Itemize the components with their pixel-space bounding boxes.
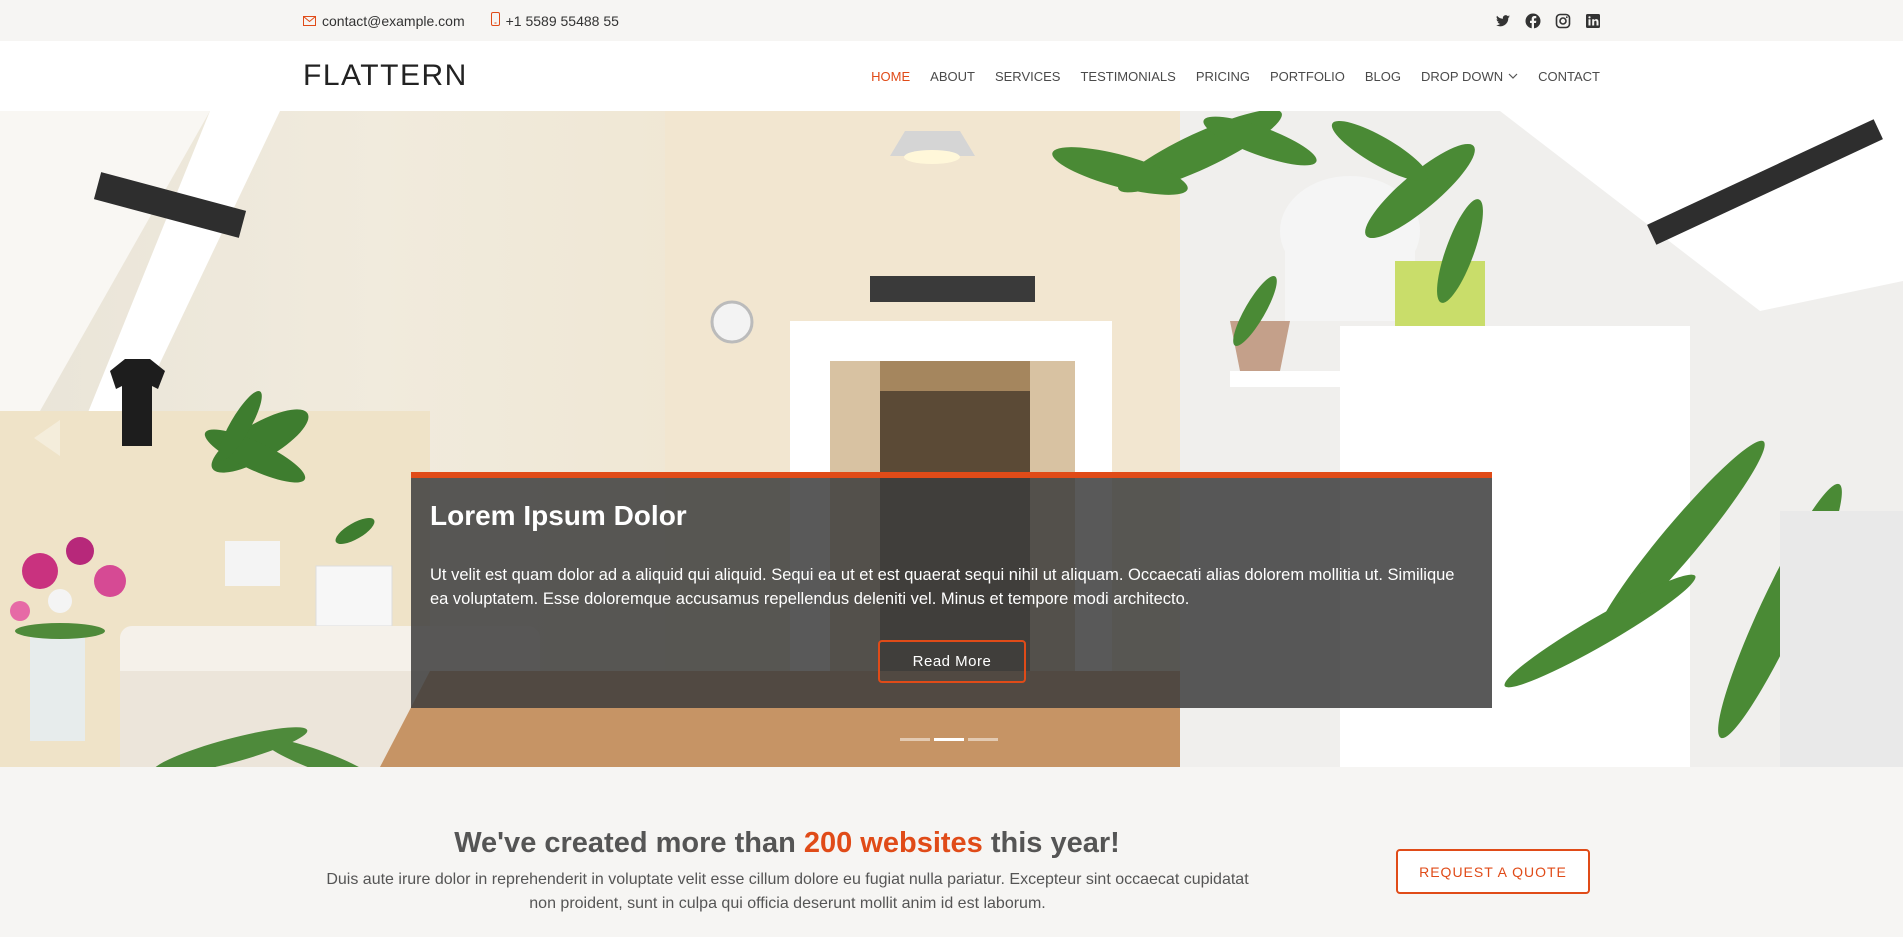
- contact-info: contact@example.com +1 5589 55488 55: [303, 0, 645, 41]
- carousel-prev-arrow[interactable]: [30, 416, 62, 465]
- cta-title-after: this year!: [982, 827, 1120, 859]
- read-more-button[interactable]: Read More: [878, 640, 1026, 683]
- site-logo[interactable]: FLATTERN: [303, 59, 468, 93]
- envelope-icon: [303, 13, 322, 29]
- nav-portfolio[interactable]: PORTFOLIO: [1270, 69, 1345, 84]
- main-nav: HOME ABOUT SERVICES TESTIMONIALS PRICING…: [851, 41, 1600, 111]
- cta-title-highlight: 200 websites: [803, 827, 983, 859]
- hero-title: Lorem Ipsum Dolor: [430, 500, 687, 531]
- hero-text: Ut velit est quam dolor ad a aliquid qui…: [430, 566, 1455, 608]
- nav-dropdown-label: DROP DOWN: [1421, 68, 1504, 84]
- carousel-indicator-1[interactable]: [900, 738, 930, 741]
- email-link[interactable]: contact@example.com: [303, 13, 465, 29]
- site-header: FLATTERN HOME ABOUT SERVICES TESTIMONIAL…: [0, 41, 1903, 111]
- twitter-icon[interactable]: [1495, 13, 1511, 29]
- nav-pricing[interactable]: PRICING: [1196, 69, 1250, 84]
- cta-section: We've created more than 200 websites thi…: [0, 767, 1903, 937]
- nav-testimonials[interactable]: TESTIMONIALS: [1080, 69, 1175, 84]
- linkedin-icon[interactable]: [1585, 13, 1601, 29]
- nav-services[interactable]: SERVICES: [995, 69, 1061, 84]
- facebook-icon[interactable]: [1525, 13, 1541, 29]
- hero-caption: Lorem Ipsum Dolor Ut velit est quam dolo…: [411, 472, 1492, 708]
- carousel-indicator-3[interactable]: [968, 738, 998, 741]
- nav-dropdown[interactable]: DROP DOWN: [1421, 69, 1518, 84]
- cta-text: Duis aute irure dolor in reprehenderit i…: [326, 871, 1249, 912]
- nav-about[interactable]: ABOUT: [930, 69, 975, 84]
- phone-icon: [490, 12, 506, 29]
- hero-carousel: Lorem Ipsum Dolor Ut velit est quam dolo…: [0, 111, 1903, 767]
- request-quote-button[interactable]: REQUEST A QUOTE: [1396, 849, 1590, 894]
- nav-contact[interactable]: CONTACT: [1538, 69, 1600, 84]
- phone-text: +1 5589 55488 55: [505, 12, 619, 29]
- email-text: contact@example.com: [322, 12, 465, 29]
- top-bar: contact@example.com +1 5589 55488 55: [0, 0, 1903, 41]
- nav-home[interactable]: HOME: [871, 69, 910, 84]
- social-links: [1495, 0, 1601, 41]
- cta-title-before: We've created more than: [454, 827, 804, 859]
- carousel-indicators: [900, 738, 998, 741]
- instagram-icon[interactable]: [1555, 13, 1571, 29]
- cta-title: We've created more than 200 websites thi…: [0, 827, 1574, 860]
- carousel-indicator-2[interactable]: [934, 738, 964, 741]
- nav-blog[interactable]: BLOG: [1365, 69, 1401, 84]
- phone-link[interactable]: +1 5589 55488 55: [490, 12, 619, 29]
- chevron-down-icon: [1508, 73, 1518, 79]
